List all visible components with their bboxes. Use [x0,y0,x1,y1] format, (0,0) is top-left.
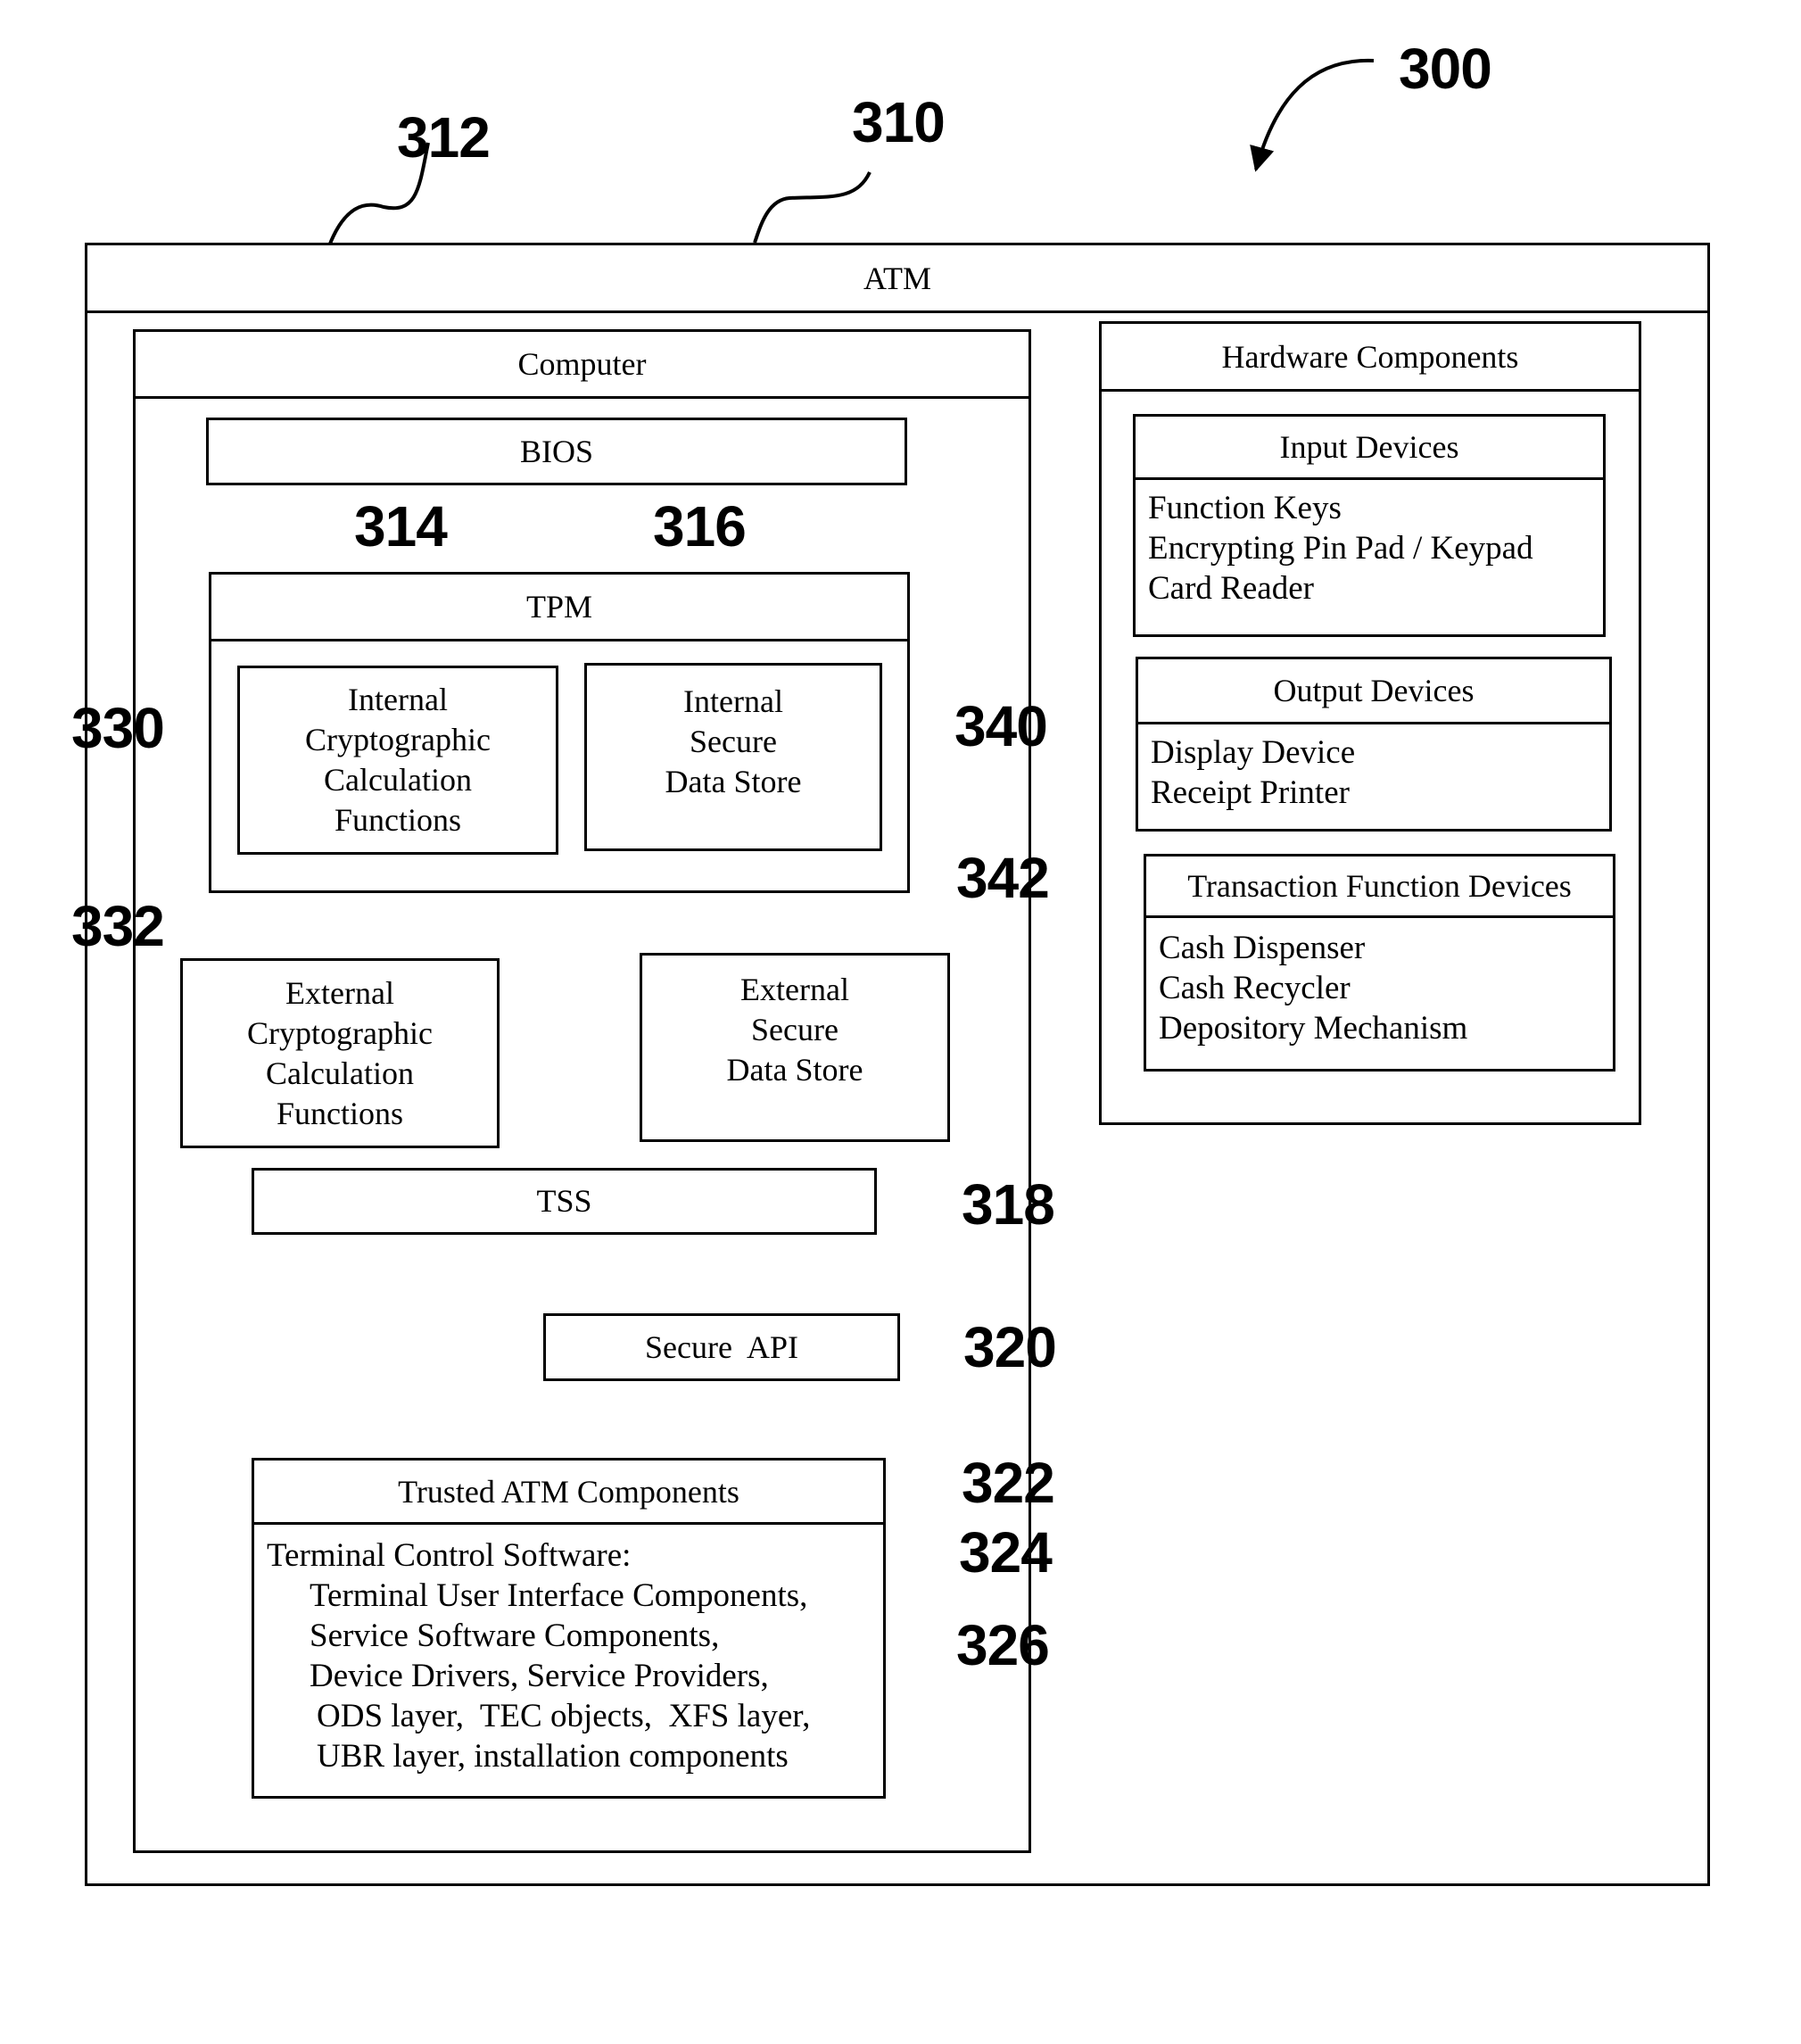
external-crypto-line: External [285,974,394,1011]
hardware-label: Hardware Components [1221,338,1519,375]
input-devices-title: Input Devices [1279,429,1459,465]
input-devices-list: Function Keys Encrypting Pin Pad / Keypa… [1148,488,1533,608]
external-crypto-line: Calculation [266,1055,414,1091]
internal-crypto-line: Functions [334,802,461,838]
internal-crypto-line: Internal [348,682,448,717]
trusted-line: Service Software Components, [310,1618,720,1654]
external-crypto-line: Functions [276,1095,403,1131]
output-devices-box: Output Devices Display Device Receipt Pr… [1136,657,1612,832]
input-devices-box: Input Devices Function Keys Encrypting P… [1133,414,1606,637]
device-item: Encrypting Pin Pad / Keypad [1148,530,1533,567]
trusted-line: Terminal Control Software: [267,1537,632,1574]
device-item: Display Device [1151,734,1356,771]
trusted-list: Terminal Control Software: Terminal User… [267,1535,810,1776]
ref-312: 312 [397,105,491,170]
leader-310 [753,171,872,244]
atm-header: ATM [87,245,1707,313]
internal-store-line: Data Store [665,764,802,799]
input-devices-header: Input Devices [1136,417,1603,480]
secure-api-box: Secure API [543,1313,900,1381]
trusted-line: UBR layer, installation components [317,1738,789,1775]
internal-store-box: Internal Secure Data Store [584,663,882,851]
ref-332: 332 [71,894,165,958]
tpm-header: TPM [211,575,907,641]
ref-324: 324 [959,1520,1053,1585]
ref-300: 300 [1399,37,1492,101]
ref-326: 326 [956,1613,1050,1677]
ref-330: 330 [71,696,165,760]
bios-label: BIOS [519,433,594,469]
output-devices-header: Output Devices [1138,659,1609,724]
device-item: Cash Recycler [1159,970,1351,1006]
ref-342: 342 [956,846,1050,910]
device-item: Receipt Printer [1151,774,1350,811]
device-item: Function Keys [1148,490,1342,526]
trusted-line: Terminal User Interface Components, [310,1577,808,1614]
ref-320: 320 [963,1315,1057,1379]
trusted-header: Trusted ATM Components [254,1461,883,1525]
tss-box: TSS [252,1168,877,1235]
transaction-devices-title: Transaction Function Devices [1187,868,1572,904]
secure-api-label: Secure API [645,1328,798,1365]
ref-318: 318 [962,1172,1055,1237]
ref-340: 340 [954,694,1048,758]
ref-316: 316 [653,494,747,559]
transaction-devices-box: Transaction Function Devices Cash Dispen… [1144,854,1615,1072]
computer-header: Computer [136,332,1029,399]
internal-crypto-box: Internal Cryptographic Calculation Funct… [237,666,558,855]
external-crypto-line: Cryptographic [247,1014,433,1051]
ref-322: 322 [962,1451,1055,1515]
device-item: Card Reader [1148,570,1314,607]
atm-label: ATM [863,260,931,296]
computer-label: Computer [517,346,647,382]
internal-store-line: Secure [690,724,777,759]
bios-box: BIOS [206,418,907,485]
internal-store-line: Internal [683,683,783,719]
trusted-line: Device Drivers, Service Providers, [310,1658,769,1694]
output-devices-list: Display Device Receipt Printer [1151,732,1355,813]
output-devices-title: Output Devices [1273,673,1475,708]
external-store-line: Secure [751,1012,839,1047]
tss-label: TSS [536,1183,592,1219]
trusted-line: ODS layer, TEC objects, XFS layer, [317,1698,811,1734]
device-item: Cash Dispenser [1159,930,1366,966]
external-store-box: External Secure Data Store [640,953,950,1142]
ref-310: 310 [852,90,946,154]
trusted-label: Trusted ATM Components [398,1473,739,1510]
device-item: Depository Mechanism [1159,1010,1468,1047]
ref-314: 314 [354,494,448,559]
figure-pointer-arrow [1250,58,1375,172]
internal-crypto-line: Calculation [324,762,472,798]
trusted-components-box: Trusted ATM Components Terminal Control … [252,1458,886,1799]
transaction-devices-header: Transaction Function Devices [1146,856,1613,918]
external-store-line: External [740,972,849,1007]
transaction-devices-list: Cash Dispenser Cash Recycler Depository … [1159,928,1467,1048]
tpm-label: TPM [525,589,593,625]
hardware-header: Hardware Components [1102,324,1639,392]
external-crypto-box: External Cryptographic Calculation Funct… [180,958,500,1148]
external-store-line: Data Store [726,1052,863,1088]
internal-crypto-line: Cryptographic [305,722,491,757]
